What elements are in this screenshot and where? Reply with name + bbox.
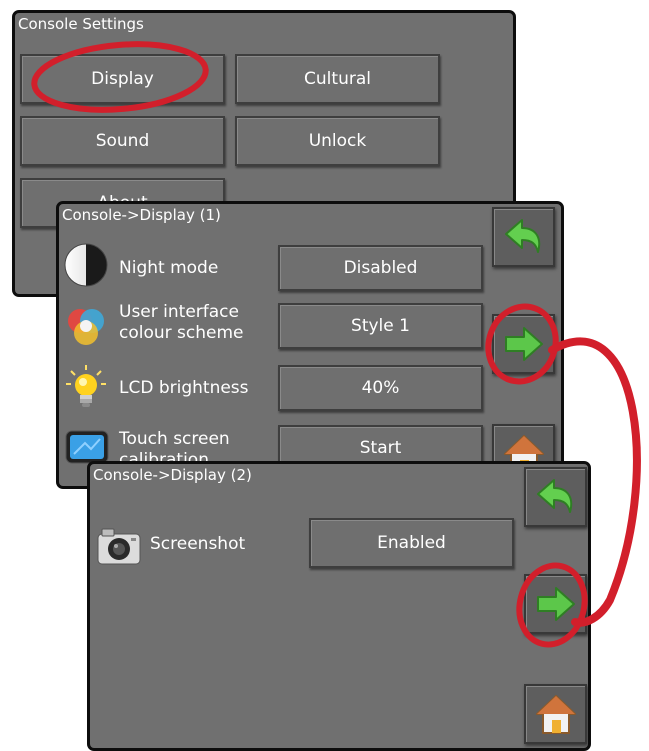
lcd-brightness-label: LCD brightness (119, 378, 249, 398)
panel-title: Console Settings (18, 15, 144, 33)
night-mode-label: Night mode (119, 258, 219, 278)
panel-title: Console->Display (1) (62, 206, 221, 224)
back-button[interactable] (492, 207, 555, 267)
back-arrow-icon (536, 479, 572, 513)
home-button[interactable] (524, 684, 587, 744)
next-arrow-icon (504, 327, 543, 361)
home-icon (535, 695, 576, 734)
display-page-2-panel: Console->Display (2) Screenshot Enabled (87, 461, 591, 751)
colour-scheme-label: User interface colour scheme (119, 302, 244, 344)
lcd-brightness-value-button[interactable]: 40% (278, 365, 483, 411)
next-page-button[interactable] (524, 574, 587, 634)
back-button[interactable] (524, 467, 587, 527)
next-arrow-icon (536, 587, 575, 621)
camera-icon (96, 526, 142, 566)
cultural-button[interactable]: Cultural (235, 54, 440, 104)
sound-button[interactable]: Sound (20, 116, 225, 166)
touch-calibration-label-line1: Touch screen (119, 429, 230, 449)
colour-scheme-label-line2: colour scheme (119, 323, 244, 343)
panel-title: Console->Display (2) (93, 466, 252, 484)
colour-scheme-label-line1: User interface (119, 302, 239, 322)
display-button[interactable]: Display (20, 54, 225, 104)
colour-scheme-icon (63, 305, 109, 351)
colour-scheme-value-button[interactable]: Style 1 (278, 303, 483, 349)
touchscreen-icon (65, 430, 109, 464)
display-page-1-panel: Console->Display (1) Night mode Disabled… (56, 201, 564, 489)
unlock-button[interactable]: Unlock (235, 116, 440, 166)
night-mode-value-button[interactable]: Disabled (278, 245, 483, 291)
next-page-button[interactable] (492, 314, 555, 374)
screenshot-label: Screenshot (150, 534, 246, 554)
night-mode-icon (63, 242, 109, 288)
back-arrow-icon (504, 219, 540, 253)
lightbulb-icon (65, 364, 107, 410)
screenshot-value-button[interactable]: Enabled (309, 518, 514, 568)
